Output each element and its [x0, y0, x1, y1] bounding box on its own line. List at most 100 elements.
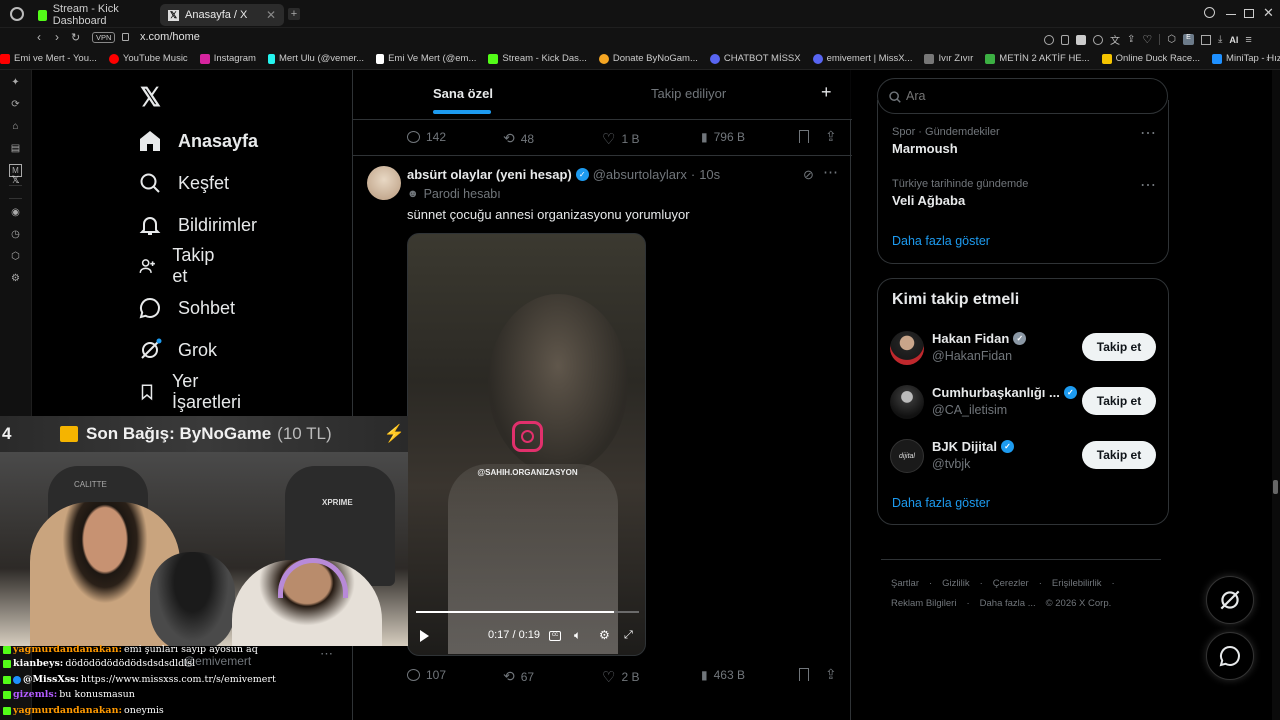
post-time[interactable]: 10s [699, 167, 720, 182]
bookmark-item[interactable]: Instagram [199, 53, 256, 64]
views-button[interactable]: ▮ 463 B [701, 668, 745, 682]
zoom-icon[interactable] [1044, 34, 1054, 45]
footer-link[interactable]: Gizlilik [942, 578, 969, 589]
repost-button[interactable]: ⟲ 48 [503, 130, 534, 147]
like-button[interactable]: ♡ 2 B [602, 668, 639, 686]
nav-follow[interactable]: Takip et [138, 245, 220, 286]
reload-icon[interactable]: ↻ [71, 31, 80, 44]
footer-link[interactable]: Daha fazla ... [980, 598, 1036, 609]
views-button[interactable]: ▮ 796 B [701, 130, 745, 144]
new-tab-button[interactable]: + [288, 8, 300, 20]
volume-icon[interactable]: 🔈︎ [574, 628, 581, 643]
bookmark-item[interactable]: CHATBOT MİSSX [709, 53, 801, 64]
bookmark-item[interactable]: METİN 2 AKTİF HE... [985, 53, 1090, 64]
bookmark-icon[interactable] [799, 130, 809, 143]
bookmark-item[interactable]: Emi Ve Mert (@em... [376, 53, 476, 64]
ext-icon-2[interactable] [1093, 34, 1103, 45]
extensions-icon[interactable]: ⬡ [1167, 34, 1176, 45]
player-icon[interactable]: ◉ [9, 206, 22, 219]
tab-for-you[interactable]: Sana özel [433, 86, 493, 101]
follow-button[interactable]: Takip et [1082, 333, 1156, 361]
tab-kick-dashboard[interactable]: Stream - Kick Dashboard [30, 3, 158, 27]
tab-following[interactable]: Takip ediliyor [651, 86, 726, 101]
search-tabs-icon[interactable] [1204, 7, 1215, 18]
follow-suggestion[interactable]: Cumhurbaşkanlığı ... ✓ @CA_iletisim Takip… [878, 385, 1168, 425]
more-icon[interactable]: ⋯ [1140, 175, 1156, 195]
bookmarks-overflow-icon[interactable]: › [1266, 53, 1269, 64]
nav-grok[interactable]: Grok [138, 335, 217, 365]
footer-link[interactable]: Çerezler [993, 578, 1029, 589]
avatar[interactable] [890, 385, 924, 419]
back-icon[interactable]: ‹ [37, 30, 41, 44]
reply-button[interactable]: 142 [407, 130, 446, 144]
messages-fab[interactable] [1206, 632, 1254, 680]
reply-button[interactable]: 107 [407, 668, 446, 682]
footer-link[interactable]: Şartlar [891, 578, 919, 589]
author-name[interactable]: absürt olaylar (yeni hesap) [407, 167, 572, 182]
tools-icon[interactable]: ▤ [9, 142, 22, 155]
forward-icon[interactable]: › [55, 30, 59, 44]
avatar[interactable] [890, 331, 924, 365]
profile-ext-icon[interactable]: E [1183, 34, 1194, 45]
settings-icon[interactable]: ⚙ [599, 628, 610, 642]
adblock-icon[interactable] [1076, 34, 1086, 45]
download-icon[interactable]: ⤓ [1218, 34, 1222, 45]
extensions-sidebar-icon[interactable]: ⬡ [9, 250, 22, 263]
avatar[interactable] [367, 166, 401, 200]
menu-icon[interactable]: ≡ [1245, 34, 1251, 46]
heart-icon[interactable]: ♡ [1142, 33, 1152, 46]
post[interactable]: absürt olaylar (yeni hesap) ✓ @absurtola… [353, 156, 852, 696]
opera-logo-icon[interactable] [10, 7, 24, 21]
follow-suggestion[interactable]: dijital BJK Dijital ✓ @tvbjk Takip et [878, 439, 1168, 479]
nav-chat[interactable]: Sohbet [138, 293, 235, 323]
follow-button[interactable]: Takip et [1082, 387, 1156, 415]
follow-suggestion[interactable]: Hakan Fidan ✓ @HakanFidan Takip et [878, 331, 1168, 371]
tab-x-home[interactable]: 𝕏 Anasayfa / X ✕ [160, 4, 284, 26]
more-icon[interactable]: ⋯ [823, 163, 838, 181]
footer-link[interactable]: Reklam Bilgileri [891, 598, 956, 609]
bookmark-item[interactable]: Stream - Kick Das... [488, 53, 587, 64]
grok-fab[interactable] [1206, 576, 1254, 624]
settings-icon[interactable]: ⚙ [9, 272, 22, 285]
follow-button[interactable]: Takip et [1082, 441, 1156, 469]
trend-item[interactable]: Türkiye tarihinde gündemde Veli Ağbaba ⋯ [892, 175, 1156, 208]
bookmark-item[interactable]: Donate ByNoGam... [598, 53, 698, 64]
trend-item[interactable]: Spor · Gündemdekiler Marmoush ⋯ [892, 123, 1156, 156]
nav-home[interactable]: Anasayfa [138, 126, 258, 156]
close-tab-icon[interactable]: ✕ [266, 8, 276, 22]
x-sidebar-icon[interactable]: 𝕏 [9, 174, 22, 187]
nav-notifications[interactable]: Bildirimler [138, 210, 257, 240]
nav-bookmarks[interactable]: Yer İşaretleri [138, 371, 247, 412]
share-icon[interactable]: ⇪ [1127, 34, 1135, 45]
share-icon[interactable]: ⇪ [825, 128, 837, 145]
restore-icon[interactable] [1244, 9, 1254, 18]
video-player[interactable]: @SAHIH.ORGANIZASYON 0:17 / 0:19 cc 🔈︎ ⚙ … [407, 233, 646, 656]
more-icon[interactable]: ⋯ [1140, 123, 1156, 143]
video-progress-track[interactable] [416, 611, 639, 613]
reload-sidebar-icon[interactable]: ⟳ [9, 98, 22, 111]
fullscreen-icon[interactable]: ⤢ [624, 629, 633, 642]
author-handle[interactable]: @absurtolaylarx [593, 167, 687, 182]
translate-icon[interactable]: 文 [1110, 32, 1120, 47]
bookmark-item[interactable]: emivemert | MissX... [812, 53, 912, 64]
bookmark-item[interactable]: Emi ve Mert - You... [0, 53, 97, 64]
bag-icon[interactable]: ⌂ [9, 120, 22, 133]
url-field[interactable]: x.com/home [140, 31, 200, 43]
page-scrollbar[interactable] [1272, 70, 1280, 720]
bookmark-icon[interactable] [799, 668, 809, 681]
vpn-badge[interactable]: VPN [92, 32, 116, 43]
bookmark-item[interactable]: Online Duck Race... [1101, 53, 1200, 64]
captions-icon[interactable]: cc [549, 631, 561, 641]
grok-post-icon[interactable]: ⊘ [803, 167, 814, 183]
add-list-icon[interactable]: + [821, 82, 832, 103]
follow-show-more[interactable]: Daha fazla göster [892, 496, 990, 510]
bookmark-folder[interactable]: Ivır Zıvır [924, 53, 973, 64]
bookmark-item[interactable]: YouTube Music [108, 53, 188, 64]
close-window-icon[interactable]: ✕ [1263, 5, 1274, 21]
footer-link[interactable]: Erişilebilirlik [1052, 578, 1102, 589]
nav-explore[interactable]: Keşfet [138, 168, 229, 198]
history-icon[interactable]: ◷ [9, 228, 22, 241]
trends-show-more[interactable]: Daha fazla göster [892, 234, 990, 248]
play-icon[interactable] [420, 630, 429, 642]
bookmark-item[interactable]: MiniTap - Hızlı ve... [1212, 53, 1280, 64]
